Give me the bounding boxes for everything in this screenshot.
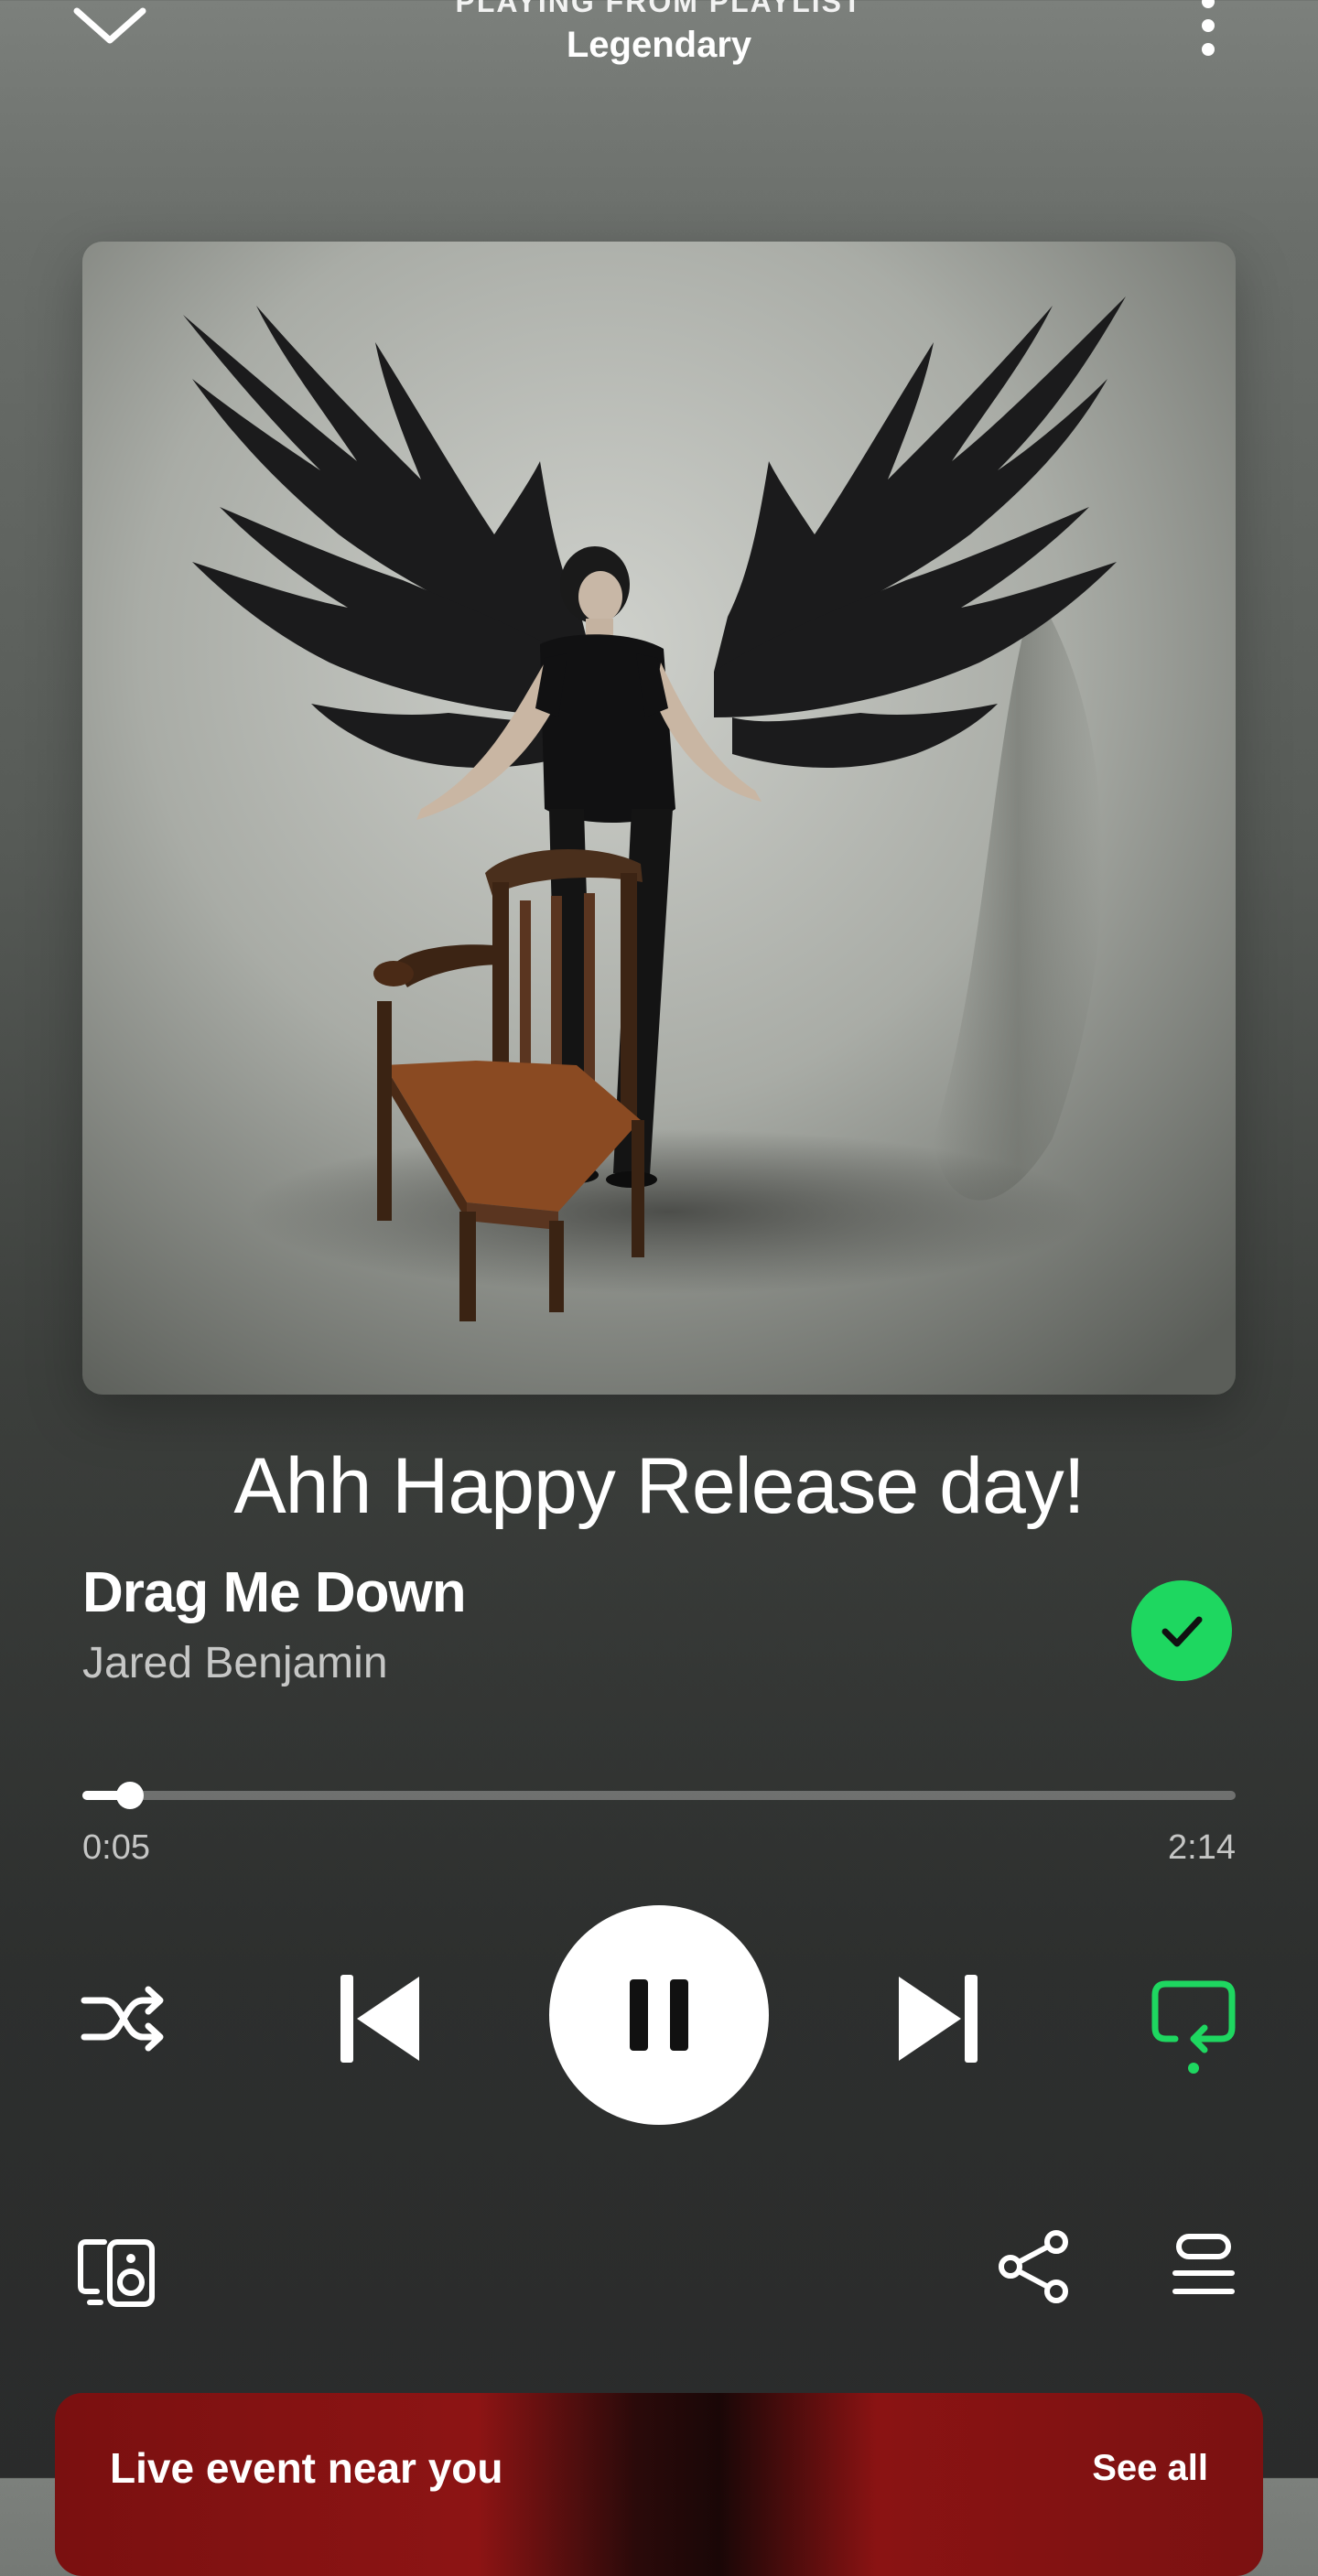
- queue-icon: [1172, 2234, 1235, 2294]
- time-elapsed: 0:05: [82, 1828, 150, 1867]
- time-total: 2:14: [1168, 1828, 1236, 1867]
- album-artwork: [82, 242, 1236, 1395]
- more-vertical-icon: [1202, 0, 1215, 56]
- skip-previous-icon: [340, 1975, 419, 2063]
- shuffle-button[interactable]: [77, 1973, 168, 2064]
- more-options-button[interactable]: [1172, 0, 1245, 73]
- live-event-title: Live event near you: [110, 2444, 503, 2492]
- playlist-name[interactable]: Legendary: [384, 25, 934, 66]
- queue-button[interactable]: [1162, 2226, 1245, 2308]
- shuffle-icon: [81, 1986, 164, 2052]
- playing-from-label: PLAYING FROM PLAYLIST: [455, 0, 863, 18]
- track-title[interactable]: Drag Me Down: [82, 1560, 467, 1625]
- devices-button[interactable]: [77, 2231, 159, 2313]
- artist-name[interactable]: Jared Benjamin: [82, 1638, 388, 1688]
- repeat-icon: [1151, 1980, 1236, 2074]
- share-icon: [999, 2230, 1068, 2303]
- lyric-line: Ahh Happy Release day!: [233, 1442, 1085, 1530]
- share-button[interactable]: [994, 2226, 1076, 2308]
- chevron-down-icon: [73, 7, 146, 44]
- repeat-button[interactable]: [1148, 1973, 1239, 2074]
- progress-knob[interactable]: [116, 1782, 145, 1809]
- skip-next-icon: [899, 1975, 978, 2063]
- connect-devices-icon: [78, 2239, 155, 2307]
- play-pause-button[interactable]: [549, 1905, 769, 2125]
- liked-button[interactable]: [1131, 1580, 1232, 1681]
- see-all-link[interactable]: See all: [1092, 2448, 1208, 2489]
- progress-bar[interactable]: [82, 1782, 1236, 1809]
- previous-button[interactable]: [328, 1964, 438, 2074]
- collapse-button[interactable]: [64, 0, 156, 55]
- live-event-card[interactable]: Live event near you See all: [55, 2393, 1263, 2576]
- pause-icon: [630, 1979, 688, 2051]
- next-button[interactable]: [880, 1964, 990, 2074]
- check-icon: [1161, 1616, 1203, 1647]
